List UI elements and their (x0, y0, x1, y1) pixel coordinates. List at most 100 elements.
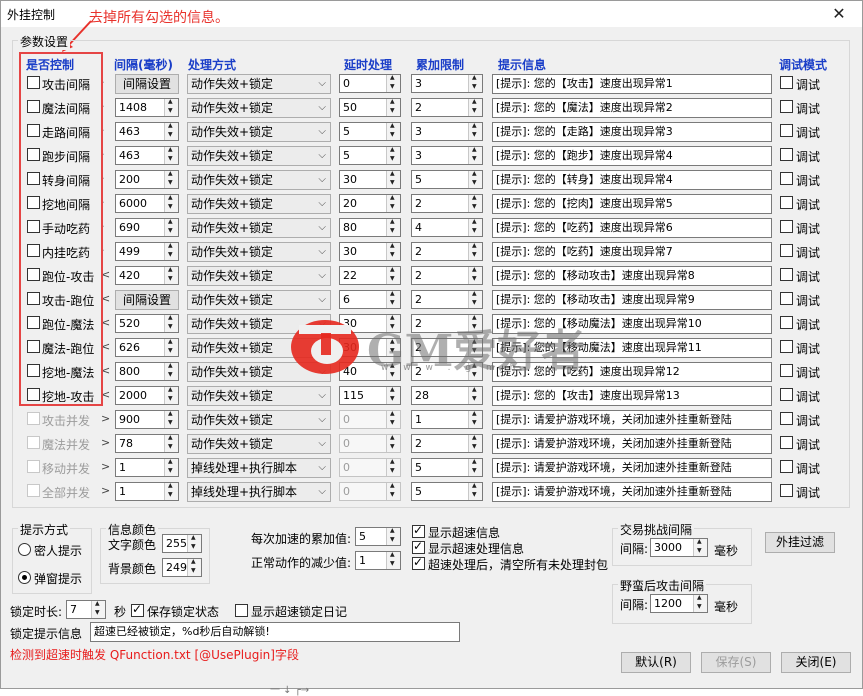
spin-icon[interactable] (164, 122, 178, 140)
delay-input[interactable]: 0 (339, 74, 401, 93)
show-lock-log-checkbox[interactable] (235, 604, 248, 617)
interval-input[interactable]: 463 (115, 122, 179, 141)
accumulate-input[interactable]: 2 (411, 194, 483, 213)
spin-icon[interactable] (386, 194, 400, 212)
spin-icon[interactable] (468, 314, 482, 332)
action-select[interactable]: 动作失效+锁定 ⌵ (187, 410, 331, 430)
delay-input[interactable]: 20 (339, 194, 401, 213)
save-button[interactable]: 保存(S) (701, 652, 771, 673)
interval-input[interactable]: 1 (115, 458, 179, 477)
hint-input[interactable]: [提示]: 请爱护游戏环境，关闭加速外挂重新登陆 (492, 482, 772, 502)
spin-icon[interactable] (386, 290, 400, 308)
hint-input[interactable]: [提示]: 您的【转身】速度出现异常4 (492, 170, 772, 190)
spin-icon[interactable] (468, 482, 482, 500)
hint-input[interactable]: [提示]: 您的【魔法】速度出现异常2 (492, 98, 772, 118)
interval-input[interactable]: 200 (115, 170, 179, 189)
hint-input[interactable]: [提示]: 请爱护游戏环境，关闭加速外挂重新登陆 (492, 434, 772, 454)
close-button[interactable]: 关闭(E) (781, 652, 851, 673)
spin-icon[interactable] (468, 434, 482, 452)
lock-duration-input[interactable]: 7 (66, 600, 106, 619)
debug-checkbox[interactable] (780, 292, 793, 305)
accumulate-input[interactable]: 4 (411, 218, 483, 237)
trade-interval-input[interactable]: 3000 (650, 538, 708, 557)
delay-input[interactable]: 0 (339, 410, 401, 429)
control-checkbox[interactable] (27, 436, 40, 449)
accumulate-input[interactable]: 2 (411, 338, 483, 357)
accumulate-input[interactable]: 5 (411, 170, 483, 189)
delay-input[interactable]: 5 (339, 146, 401, 165)
plugin-filter-button[interactable]: 外挂过滤 (765, 532, 835, 553)
interval-settings-button[interactable]: 间隔设置 (115, 290, 179, 310)
delay-input[interactable]: 0 (339, 434, 401, 453)
spin-icon[interactable] (164, 434, 178, 452)
show-speed-process-checkbox[interactable] (412, 539, 425, 554)
hint-input[interactable]: [提示]: 请爱护游戏环境，关闭加速外挂重新登陆 (492, 458, 772, 478)
spin-icon[interactable] (164, 410, 178, 428)
action-select[interactable]: 动作失效+锁定 ⌵ (187, 170, 331, 190)
spin-icon[interactable] (468, 170, 482, 188)
hint-input[interactable]: [提示]: 您的【移动攻击】速度出现异常9 (492, 290, 772, 310)
spin-icon[interactable] (468, 122, 482, 140)
spin-icon[interactable] (386, 386, 400, 404)
action-select[interactable]: 动作失效+锁定 ⌵ (187, 362, 331, 382)
accum-add-input[interactable]: 5 (355, 527, 401, 546)
spin-icon[interactable] (386, 218, 400, 236)
spin-icon[interactable] (468, 362, 482, 380)
accumulate-input[interactable]: 5 (411, 482, 483, 501)
spin-icon[interactable] (164, 362, 178, 380)
action-select[interactable]: 动作失效+锁定 ⌵ (187, 386, 331, 406)
action-select[interactable]: 动作失效+锁定 ⌵ (187, 74, 331, 94)
spin-icon[interactable] (693, 594, 707, 612)
debug-checkbox[interactable] (780, 172, 793, 185)
spin-icon[interactable] (468, 266, 482, 284)
delay-input[interactable]: 50 (339, 98, 401, 117)
interval-input[interactable]: 420 (115, 266, 179, 285)
hint-input[interactable]: [提示]: 您的【吃药】速度出现异常12 (492, 362, 772, 382)
interval-input[interactable]: 520 (115, 314, 179, 333)
action-select[interactable]: 动作失效+锁定 ⌵ (187, 146, 331, 166)
spin-icon[interactable] (468, 194, 482, 212)
hint-input[interactable]: [提示]: 您的【挖肉】速度出现异常5 (492, 194, 772, 214)
hint-input[interactable]: [提示]: 您的【走路】速度出现异常3 (492, 122, 772, 142)
spin-icon[interactable] (164, 170, 178, 188)
action-select[interactable]: 动作失效+锁定 ⌵ (187, 290, 331, 310)
accumulate-input[interactable]: 28 (411, 386, 483, 405)
radio-popup[interactable] (18, 571, 31, 584)
delay-input[interactable]: 0 (339, 482, 401, 501)
action-select[interactable]: 动作失效+锁定 ⌵ (187, 242, 331, 262)
debug-checkbox[interactable] (780, 364, 793, 377)
spin-icon[interactable] (386, 314, 400, 332)
spin-icon[interactable] (386, 242, 400, 260)
spin-icon[interactable] (468, 290, 482, 308)
delay-input[interactable]: 30 (339, 170, 401, 189)
debug-checkbox[interactable] (780, 268, 793, 281)
action-select[interactable]: 动作失效+锁定 ⌵ (187, 98, 331, 118)
hint-input[interactable]: [提示]: 请爱护游戏环境，关闭加速外挂重新登陆 (492, 410, 772, 430)
radio-secret[interactable] (18, 543, 31, 556)
debug-checkbox[interactable] (780, 76, 793, 89)
accumulate-input[interactable]: 2 (411, 242, 483, 261)
action-select[interactable]: 掉线处理+执行脚本 ⌵ (187, 458, 331, 478)
interval-input[interactable]: 6000 (115, 194, 179, 213)
debug-checkbox[interactable] (780, 484, 793, 497)
spin-icon[interactable] (386, 266, 400, 284)
debug-checkbox[interactable] (780, 436, 793, 449)
control-checkbox[interactable] (27, 412, 40, 425)
show-speed-info-checkbox[interactable] (412, 523, 425, 538)
accumulate-input[interactable]: 2 (411, 98, 483, 117)
debug-checkbox[interactable] (780, 412, 793, 425)
spin-icon[interactable] (468, 242, 482, 260)
debug-checkbox[interactable] (780, 460, 793, 473)
action-select[interactable]: 掉线处理+执行脚本 ⌵ (187, 482, 331, 502)
interval-input[interactable]: 690 (115, 218, 179, 237)
action-select[interactable]: 动作失效+锁定 ⌵ (187, 194, 331, 214)
spin-icon[interactable] (187, 534, 201, 552)
debug-checkbox[interactable] (780, 244, 793, 257)
spin-icon[interactable] (164, 146, 178, 164)
spin-icon[interactable] (386, 410, 400, 428)
delay-input[interactable]: 0 (339, 458, 401, 477)
lock-hint-input[interactable]: 超速已经被锁定，%d秒后自动解锁! (90, 622, 460, 642)
barb-interval-input[interactable]: 1200 (650, 594, 708, 613)
action-select[interactable]: 动作失效+锁定 ⌵ (187, 434, 331, 454)
hint-input[interactable]: [提示]: 您的【吃药】速度出现异常7 (492, 242, 772, 262)
